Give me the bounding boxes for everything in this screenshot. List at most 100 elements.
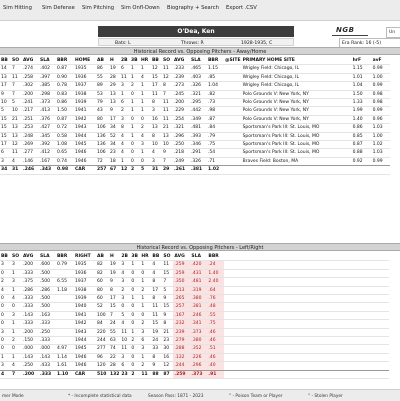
column-header[interactable]: avF — [372, 57, 390, 65]
table-row[interactable]: 14 7.274.402 0.87 1935 86 19 6 1 1 12 11.233.465 1.… — [0, 65, 390, 74]
export-csv-button[interactable]: Export .CSV — [226, 5, 257, 11]
table-row[interactable]: 0 1.333.500 1936 82 19 4 0 0 4 15.259.431 1.40 — [0, 269, 390, 278]
table-cell: .76 — [207, 294, 225, 303]
table-cell: .40 — [207, 361, 225, 371]
table-cell: 3 — [141, 142, 144, 148]
table-cell: .143 — [23, 354, 34, 360]
column-header[interactable]: SLA — [190, 253, 207, 261]
table-cell: .296 — [190, 361, 208, 371]
column-header[interactable]: AVG — [22, 57, 39, 65]
column-header[interactable]: SLA — [190, 57, 207, 65]
table-cell: 23 — [110, 150, 116, 156]
sim-hitting-button[interactable]: Sim Hitting — [3, 5, 32, 11]
universe-dropdown[interactable]: Un — [386, 27, 400, 38]
table-row[interactable]: 0 0.333.500 1940 52 15 0 0 1 11 15.257.381.48 — [0, 302, 390, 312]
section-title-away-home: Historical Record vs. Opposing Pitchers … — [0, 47, 400, 55]
table-row[interactable]: 13 11.258.397 0.90 1936 55 28 11 1 4 15 12.239.403… — [0, 73, 390, 82]
column-header[interactable]: BBR — [56, 253, 74, 261]
column-header[interactable]: H — [109, 253, 120, 261]
column-header[interactable]: PRIMARY HOME SITE — [242, 57, 352, 65]
column-header[interactable]: 3B — [130, 57, 140, 65]
table-row[interactable]: 0 3.143.163 1941 100 7 5 0 0 11 9.167.246.55 — [0, 311, 390, 320]
column-header[interactable]: 3B — [130, 253, 140, 261]
table-row[interactable]: 4 1 .286 .286 1.18 1938 80 8 2 0 2 17 5 .213.319.64 — [0, 286, 390, 295]
table-row[interactable]: 15 13 .248 .345 0.58 1944 136 52 4 1 4 8 13 .296 .393.… — [0, 132, 390, 141]
column-header[interactable]: SO — [162, 253, 173, 261]
table-cell: 24 — [110, 321, 116, 327]
table-cell: 0.99 — [372, 108, 383, 114]
table-row[interactable]: 17 12 .269 .392 1.08 1945 136 34 4 0 3 10 10 .250 .346… — [0, 141, 390, 149]
table-row[interactable]: 0 1.333.333 1942 84 24 4 0 2 15 8.232.341.75 — [0, 319, 390, 329]
table-row[interactable]: 10 5.241.373 0.86 1939 79 13 6 1 1 8 11.200.295.73… — [0, 99, 390, 107]
column-header[interactable]: AVG — [173, 57, 190, 65]
table-row[interactable]: 1 1.143.143 1.14 1946 96 22 3 0 1 8 16.132.226.46 — [0, 353, 390, 362]
table-cell: .397 — [40, 74, 51, 80]
column-header[interactable]: @SITE — [224, 57, 242, 65]
sim-onfl-down-button[interactable]: Sim Onfl-Down — [121, 5, 160, 11]
column-header[interactable]: AB — [96, 253, 109, 261]
column-header[interactable]: AB — [96, 57, 109, 65]
table-cell: 0 — [141, 270, 145, 276]
column-header[interactable]: BB — [151, 253, 162, 261]
table-cell: Wrigley Field: Chicago, IL — [242, 83, 299, 89]
column-header[interactable]: 2B — [120, 57, 130, 65]
table-cell: .600 — [40, 262, 51, 268]
table-row[interactable]: 9 7.200.298 0.83 1938 53 13 1 0 1 11 7.245.321.82 P… — [0, 90, 390, 99]
table-cell: 1939 — [75, 100, 87, 106]
table-row[interactable]: 15 21 .251 .376 0.87 1942 80 17 3 0 0 16 11 .254 .349.… — [0, 115, 390, 124]
column-header[interactable]: SO — [11, 57, 22, 65]
table-row[interactable]: 3 1.200.250 1943 220 55 11 1 3 19 21.239.373.46 — [0, 328, 390, 337]
column-header[interactable]: H — [109, 57, 120, 65]
table-cell: 136 — [97, 133, 106, 139]
column-header[interactable]: RIGHT — [74, 253, 96, 261]
column-header[interactable]: BBR — [207, 57, 224, 65]
column-header[interactable]: hrF — [352, 57, 372, 65]
column-header[interactable]: 2B — [120, 253, 130, 261]
table-cell: .295 — [191, 100, 202, 106]
career-total-row[interactable]: 4 7.200.333 1.10 CAR 510 132 23 2 11 88 87.259.373… — [0, 369, 390, 379]
table-cell: 1.02 — [207, 165, 224, 175]
column-header[interactable]: SLA — [39, 253, 56, 261]
table-row[interactable]: 3 4 .250 .433 1.61 1946 120 28 6 0 2 9 12.244.296.40 — [0, 361, 390, 371]
table-row[interactable]: 3 3.200.600 0.79 1935 82 19 3 1 1 4 11.259.420.24 — [0, 260, 390, 270]
biography-search-button[interactable]: Biography + Search — [167, 5, 219, 11]
table-row[interactable]: 3 4 .146 .167 0.74 1946 72 18 1 0 0 3 7 .249 .326 .71 Br… — [0, 157, 390, 166]
career-total-row[interactable]: 34 31.246.343 0.98 CAR 257 67 12 2 5 31 29.261.381… — [0, 165, 390, 175]
table-cell: 19 — [110, 270, 116, 276]
table-row[interactable]: 0 4.333.500 1939 60 17 3 1 1 8 9.265.380.76 — [0, 294, 390, 303]
table-cell — [56, 303, 74, 311]
table-row[interactable]: 2 3.375.500 6.55 1937 60 9 3 0 1 8 7.350.481 2.40 — [0, 277, 390, 287]
column-header[interactable]: BB — [151, 57, 162, 65]
table-row[interactable]: 0 0.000.000 4.97 1945 277 74 11 0 3 33 30.288.352.… — [0, 344, 390, 354]
table-row[interactable]: 5 10.217.413 1.50 1941 43 9 2 1 1 3 11.229.442.98 P… — [0, 107, 390, 116]
column-header[interactable]: AVG — [173, 253, 190, 261]
table-cell: .269 — [23, 142, 34, 148]
column-header[interactable]: BBR — [207, 253, 224, 261]
column-header[interactable]: AVG — [22, 253, 39, 261]
column-header[interactable]: HR — [140, 57, 151, 65]
column-header[interactable]: SO — [162, 57, 173, 65]
column-header[interactable] — [241, 253, 351, 261]
column-header[interactable]: BBR — [56, 57, 74, 65]
table-row[interactable]: 6 11 .277 .412 0.65 1946 106 23 4 0 1 4 9 .218 .291 .54… — [0, 149, 390, 158]
table-cell: 0 — [131, 116, 134, 122]
column-header[interactable]: HOME — [74, 57, 96, 65]
column-header[interactable] — [371, 253, 389, 261]
sim-defense-button[interactable]: Sim Defense — [42, 5, 75, 11]
table-cell: 9 — [110, 279, 113, 285]
table-row[interactable]: 17 7 .302 .385 0.78 1937 89 29 3 2 1 17 8 .273 .326 1.0… — [0, 82, 390, 91]
table-cell: 3 — [152, 108, 155, 114]
column-header[interactable]: BB — [0, 253, 11, 261]
table-cell: 1 — [1, 354, 4, 360]
column-header[interactable]: HR — [140, 253, 151, 261]
column-header[interactable]: BB — [0, 57, 11, 65]
sim-pitching-button[interactable]: Sim Pitching — [82, 5, 114, 11]
column-header[interactable]: SO — [11, 253, 22, 261]
table-cell: 2 — [121, 287, 125, 293]
column-header[interactable] — [351, 253, 371, 261]
table-row[interactable]: 0 2.150.333 1944 244 63 10 2 6 24 23.279.380.46 — [0, 336, 390, 345]
table-row[interactable]: 15 13 .253 .427 0.72 1943 106 34 8 1 2 13 21 .321 .481… — [0, 124, 390, 133]
column-header[interactable]: SLA — [39, 57, 56, 65]
column-header[interactable] — [224, 253, 241, 261]
table-cell: .286 — [40, 287, 51, 293]
